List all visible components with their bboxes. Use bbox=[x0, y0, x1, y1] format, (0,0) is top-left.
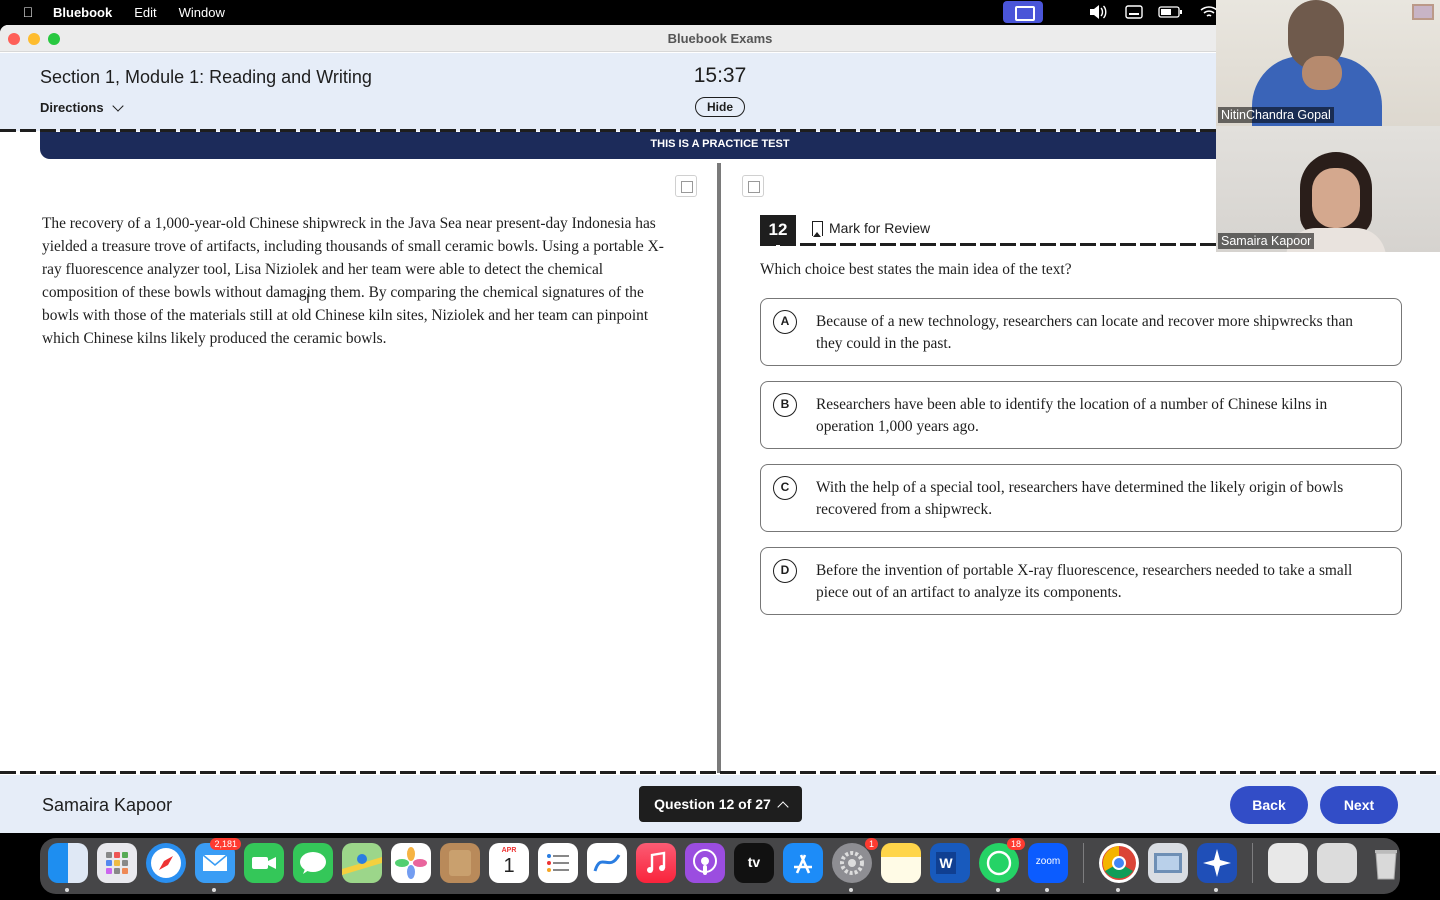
expand-icon[interactable] bbox=[675, 175, 697, 197]
timer: 15:37 bbox=[693, 64, 747, 87]
zoom-icon[interactable]: zoom bbox=[1028, 843, 1068, 892]
contacts-icon[interactable] bbox=[440, 843, 480, 883]
choice-text: Researchers have been able to identify t… bbox=[816, 396, 1328, 435]
calendar-month: APR bbox=[501, 847, 517, 854]
maps-icon[interactable] bbox=[342, 843, 382, 883]
mark-for-review-label: Mark for Review bbox=[829, 220, 931, 236]
chevron-up-icon bbox=[777, 800, 789, 813]
back-button[interactable]: Back bbox=[1230, 786, 1308, 824]
choice-letter: D bbox=[773, 559, 797, 583]
answer-choice-c[interactable]: C With the help of a special tool, resea… bbox=[760, 464, 1402, 532]
trash-icon[interactable] bbox=[1366, 843, 1406, 883]
downloads-stack-icon[interactable] bbox=[1268, 843, 1308, 883]
reminders-icon[interactable] bbox=[538, 843, 578, 883]
whatsapp-badge: 18 bbox=[1006, 838, 1025, 850]
chevron-down-icon bbox=[111, 99, 124, 112]
footer-divider bbox=[0, 771, 1440, 774]
video-tile-participant-1[interactable]: NitinChandra Gopal bbox=[1216, 0, 1440, 126]
pane-divider[interactable] bbox=[717, 163, 721, 773]
section-title: Section 1, Module 1: Reading and Writing bbox=[40, 67, 372, 87]
settings-badge: 1 bbox=[864, 838, 878, 850]
app-store-icon[interactable] bbox=[783, 843, 823, 883]
finder-icon[interactable] bbox=[48, 843, 88, 892]
volume-icon[interactable] bbox=[1088, 0, 1108, 24]
keyboard-icon[interactable] bbox=[1125, 0, 1143, 24]
documents-stack-icon[interactable] bbox=[1317, 843, 1357, 883]
question-navigator-label: Question 12 of 27 bbox=[654, 796, 771, 812]
collapse-icon[interactable] bbox=[742, 175, 764, 197]
participant-name: NitinChandra Gopal bbox=[1218, 107, 1334, 123]
directions-toggle[interactable]: Directions bbox=[40, 99, 124, 115]
participant-name: Samaira Kapoor bbox=[1218, 233, 1315, 249]
next-button[interactable]: Next bbox=[1320, 786, 1398, 824]
answer-choice-d[interactable]: D Before the invention of portable X-ray… bbox=[760, 547, 1402, 615]
preview-icon[interactable] bbox=[1148, 843, 1188, 883]
safari-icon[interactable] bbox=[146, 843, 186, 883]
mail-badge: 2,181 bbox=[210, 838, 241, 850]
bookmark-icon bbox=[812, 220, 823, 237]
dock-separator bbox=[1083, 843, 1084, 883]
tv-label: tv bbox=[747, 854, 761, 870]
photos-icon[interactable] bbox=[391, 843, 431, 883]
student-name: Samaira Kapoor bbox=[42, 795, 173, 815]
mark-for-review-button[interactable]: Mark for Review bbox=[812, 220, 931, 237]
music-icon[interactable] bbox=[636, 843, 676, 883]
apple-icon[interactable]:  bbox=[19, 4, 37, 20]
menu-window[interactable]: Window bbox=[179, 5, 225, 20]
mail-icon[interactable]: 2,181 bbox=[195, 838, 241, 892]
facetime-icon[interactable] bbox=[244, 843, 284, 883]
hide-timer-button[interactable]: Hide bbox=[695, 97, 745, 117]
chrome-icon[interactable] bbox=[1099, 843, 1139, 892]
choice-text: Because of a new technology, researchers… bbox=[816, 313, 1353, 352]
passage-text: The recovery of a 1,000-year-old Chinese… bbox=[42, 215, 664, 347]
wall-picture bbox=[1412, 4, 1434, 20]
question-navigator-button[interactable]: Question 12 of 27 bbox=[639, 786, 802, 822]
text-cursor-icon: I bbox=[306, 290, 310, 306]
screen-share-icon[interactable] bbox=[1003, 1, 1043, 23]
question-prompt: Which choice best states the main idea o… bbox=[760, 261, 1072, 278]
system-settings-icon[interactable]: 1 bbox=[832, 838, 878, 892]
menu-app-name[interactable]: Bluebook bbox=[53, 5, 112, 20]
question-number: 12 bbox=[760, 215, 796, 245]
exam-footer: Samaira Kapoor Question 12 of 27 Back Ne… bbox=[0, 775, 1440, 833]
whatsapp-icon[interactable]: 18 bbox=[979, 838, 1025, 892]
bluebook-icon[interactable] bbox=[1197, 843, 1237, 892]
answer-choice-a[interactable]: A Because of a new technology, researche… bbox=[760, 298, 1402, 366]
calendar-icon[interactable]: APR 1 bbox=[489, 843, 529, 883]
messages-icon[interactable] bbox=[293, 843, 333, 883]
answer-choice-b[interactable]: B Researchers have been able to identify… bbox=[760, 381, 1402, 449]
apple-tv-icon[interactable]: tv bbox=[734, 843, 774, 883]
freeform-icon[interactable] bbox=[587, 843, 627, 883]
choice-letter: C bbox=[773, 476, 797, 500]
choice-text: Before the invention of portable X-ray f… bbox=[816, 562, 1353, 601]
battery-icon[interactable] bbox=[1158, 0, 1184, 24]
zoom-label: zoom bbox=[1035, 856, 1061, 867]
dock-separator bbox=[1252, 843, 1253, 883]
menu-edit[interactable]: Edit bbox=[134, 5, 156, 20]
podcasts-icon[interactable] bbox=[685, 843, 725, 883]
notes-icon[interactable] bbox=[881, 843, 921, 883]
choice-letter: B bbox=[773, 393, 797, 417]
video-tile-participant-2[interactable]: Samaira Kapoor bbox=[1216, 126, 1440, 252]
calendar-day: 1 bbox=[503, 855, 515, 877]
launchpad-icon[interactable] bbox=[97, 843, 137, 883]
directions-label: Directions bbox=[40, 100, 104, 115]
word-icon[interactable]: W bbox=[930, 843, 970, 883]
choice-letter: A bbox=[773, 310, 797, 334]
dock-icons: 2,181 APR 1 tv 1 W 18 zoom bbox=[48, 838, 1406, 892]
choice-text: With the help of a special tool, researc… bbox=[816, 479, 1344, 518]
